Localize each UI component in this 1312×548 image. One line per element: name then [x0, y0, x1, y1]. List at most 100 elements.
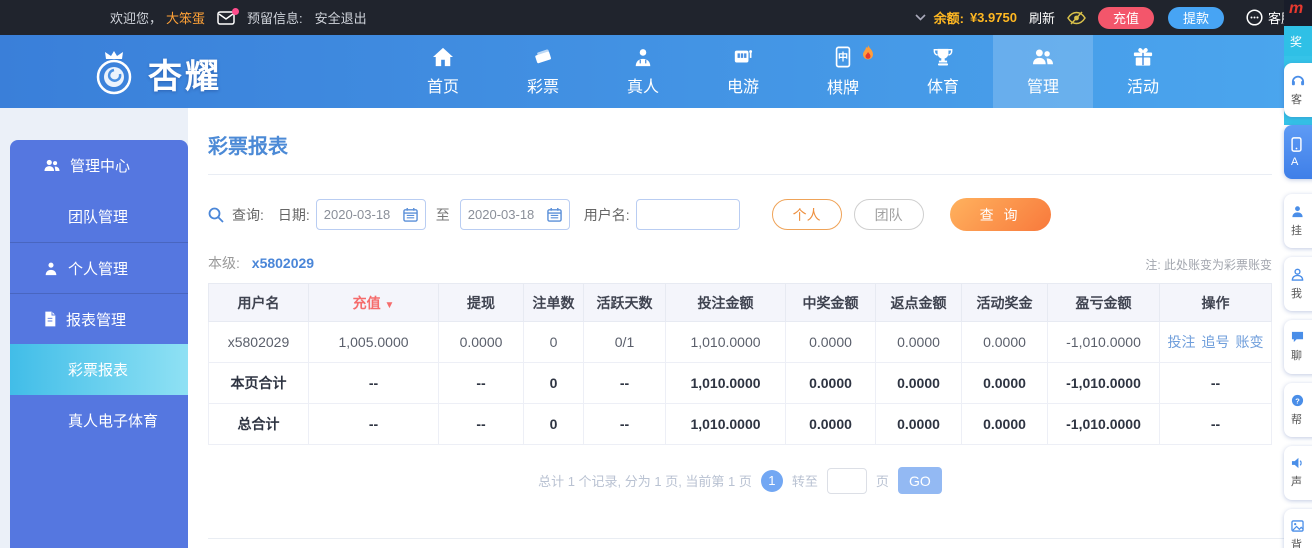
brand-name: 杏耀 [148, 57, 222, 96]
page-number-button[interactable]: 1 [760, 469, 783, 492]
nav-item-live[interactable]: 真人 [593, 35, 693, 108]
live-person-icon [632, 47, 654, 67]
date-to-field[interactable] [459, 199, 570, 230]
widget-app-tab[interactable]: A [1284, 125, 1312, 179]
sidebar-item-label: 管理中心 [70, 158, 131, 175]
cell-bet-amount: 1,010.0000 [665, 321, 786, 363]
nav-item-boardgames[interactable]: 中 棋牌 [793, 35, 893, 108]
user-icon [43, 261, 59, 276]
notification-dot [232, 7, 240, 15]
people-icon [1031, 47, 1055, 67]
cell-withdraw: 0.0000 [438, 321, 524, 363]
welcome-text: 欢迎您， [110, 11, 163, 26]
slot-machine-icon [732, 47, 754, 67]
col-username: 用户名 [208, 283, 309, 322]
level-value[interactable]: x5802029 [252, 255, 314, 271]
logout-link[interactable]: 安全退出 [315, 8, 367, 27]
sidebar-item-personal-manage[interactable]: 个人管理 [10, 242, 188, 293]
search-button[interactable]: 查 询 [949, 198, 1051, 231]
col-win-amount: 中奖金额 [785, 283, 876, 322]
calendar-icon[interactable] [547, 207, 562, 222]
col-profit: 盈亏金额 [1047, 283, 1160, 322]
brand-logo[interactable]: 杏耀 [88, 47, 222, 99]
table-row-grand-total: 总合计 -- -- 0 -- 1,010.0000 0.0000 0.0000 … [208, 403, 1272, 445]
col-actions: 操作 [1159, 283, 1272, 322]
date-from-field[interactable] [315, 199, 426, 230]
personal-button[interactable]: 个人 [771, 199, 842, 230]
nav-label: 电游 [726, 78, 759, 96]
level-label: 本级: [208, 255, 240, 271]
goto-page-input[interactable] [826, 467, 867, 494]
sidebar-item-report-manage[interactable]: 报表管理 [10, 293, 188, 344]
col-deposit-sortable[interactable]: 充值 ▼ [308, 283, 439, 322]
username-input[interactable] [643, 207, 732, 222]
nav-label: 棋牌 [826, 79, 859, 97]
chevron-down-icon[interactable] [915, 14, 926, 21]
chase-link[interactable]: 追号 [1202, 334, 1230, 350]
sidebar-item-live-esports[interactable]: 真人电子体育 [10, 395, 188, 446]
cell-deposit: 1,005.0000 [308, 321, 439, 363]
username-text: 大笨蛋 [166, 11, 206, 26]
deposit-button[interactable]: 充值 [1097, 6, 1154, 29]
balance-value: ¥3.9750 [969, 10, 1017, 25]
widget-help-tab[interactable]: ? 帮 [1284, 383, 1312, 437]
nav-label: 彩票 [526, 78, 559, 96]
widget-hang-tab[interactable]: 挂 [1284, 194, 1312, 248]
nav-item-sports[interactable]: 体育 [893, 35, 993, 108]
account-change-link[interactable]: 账变 [1236, 334, 1264, 350]
nav-item-lottery[interactable]: 彩票 [493, 35, 593, 108]
sidebar-item-manage-center[interactable]: 管理中心 [10, 140, 188, 191]
nav-label: 管理 [1026, 78, 1059, 96]
refresh-link[interactable]: 刷新 [1029, 8, 1055, 27]
cell-username: x5802029 [208, 321, 309, 363]
eye-off-icon[interactable] [1067, 10, 1086, 25]
sidebar-item-label: 个人管理 [68, 260, 129, 278]
calendar-icon[interactable] [403, 207, 418, 222]
widget-sound-tab[interactable]: 声 [1284, 446, 1312, 500]
table-row-user: x5802029 1,005.0000 0.0000 0 0/1 1,010.0… [208, 321, 1272, 363]
widget-service-tab[interactable]: 客 [1284, 63, 1312, 117]
date-label: 日期: [277, 206, 310, 223]
main-navbar: 杏耀 首页 彩票 真人 电游 中 棋牌 体育 管理 活动 [0, 35, 1312, 108]
date-from-input[interactable] [323, 207, 400, 222]
widget-prize-tab[interactable]: 奖 [1284, 26, 1312, 56]
withdraw-button[interactable]: 提款 [1167, 6, 1224, 29]
sidebar-item-label: 团队管理 [68, 209, 129, 226]
date-to-input[interactable] [467, 207, 544, 222]
file-icon [43, 311, 57, 327]
bet-link[interactable]: 投注 [1168, 334, 1196, 350]
cell-bonus: 0.0000 [961, 321, 1048, 363]
cell-actions: 投注 追号 账变 [1159, 321, 1272, 363]
nav-item-egames[interactable]: 电游 [693, 35, 793, 108]
nav-item-home[interactable]: 首页 [393, 35, 493, 108]
user-icon [1291, 268, 1304, 281]
username-field[interactable] [635, 199, 740, 230]
sidebar-item-team-manage[interactable]: 团队管理 [10, 191, 188, 242]
mail-icon[interactable] [217, 7, 240, 25]
pagination: 总计 1 个记录, 分为 1 页, 当前第 1 页 1 转至 页 GO [208, 467, 1272, 494]
widget-background-tab[interactable]: 背 [1284, 509, 1312, 548]
ticket-icon [532, 47, 554, 67]
mahjong-tile-icon: 中 [833, 46, 853, 68]
reserved-info-label: 预留信息: [247, 11, 303, 26]
chat-icon [1291, 331, 1304, 343]
sound-icon [1291, 457, 1304, 469]
title-divider [208, 174, 1272, 175]
trophy-icon [932, 47, 954, 67]
hang-icon [1291, 205, 1304, 218]
widget-mine-tab[interactable]: 我 [1284, 257, 1312, 311]
go-button[interactable]: GO [897, 467, 942, 494]
widget-chat-tab[interactable]: 聊 [1284, 320, 1312, 374]
sidebar-item-lottery-report[interactable]: 彩票报表 [10, 344, 188, 395]
nav-item-manage[interactable]: 管理 [993, 35, 1093, 108]
nav-label: 真人 [626, 78, 659, 96]
svg-text:中: 中 [838, 50, 848, 63]
nav-item-promotions[interactable]: 活动 [1093, 35, 1193, 108]
cell-win-amount: 0.0000 [785, 321, 876, 363]
widget-logo: m [1284, 0, 1312, 26]
headset-icon [1291, 74, 1305, 87]
col-bet-amount: 投注金额 [665, 283, 786, 322]
team-button[interactable]: 团队 [853, 199, 924, 230]
sidebar-wrapper: 管理中心 团队管理 个人管理 报表管理 彩票报表 真人电子体育 [0, 108, 188, 548]
table-header-row: 用户名 充值 ▼ 提现 注单数 活跃天数 投注金额 中奖金额 返点金额 活动奖金… [208, 283, 1272, 322]
